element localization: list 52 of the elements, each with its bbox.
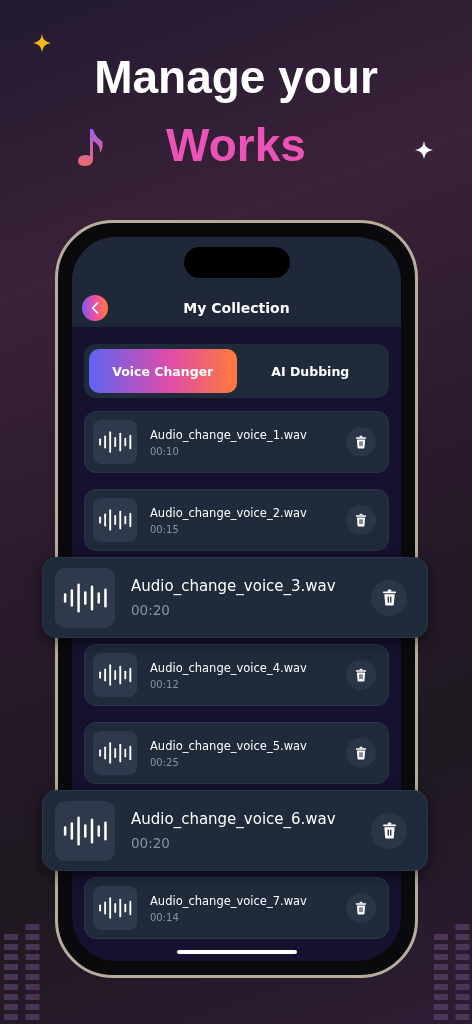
- recording-card[interactable]: Audio_change_voice_1.wav 00:10: [84, 411, 389, 473]
- waveform-icon: [93, 498, 137, 542]
- file-name: Audio_change_voice_7.wav: [150, 893, 308, 908]
- recording-card[interactable]: Audio_change_voice_2.wav 00:15: [84, 489, 389, 551]
- file-name: Audio_change_voice_6.wav: [131, 810, 337, 828]
- recording-card[interactable]: Audio_change_voice_4.wav 00:12: [84, 644, 389, 706]
- chevron-left-icon: [91, 302, 99, 314]
- delete-button[interactable]: [346, 893, 376, 923]
- duration: 00:14: [150, 911, 180, 923]
- trash-icon: [381, 589, 397, 606]
- delete-button[interactable]: [346, 660, 376, 690]
- recording-card[interactable]: Audio_change_voice_5.wav 00:25: [84, 722, 389, 784]
- file-name: Audio_change_voice_3.wav: [131, 577, 337, 595]
- delete-button[interactable]: [371, 812, 407, 849]
- file-name: Audio_change_voice_5.wav: [150, 738, 308, 753]
- duration: 00:25: [150, 756, 180, 768]
- waveform-icon: [93, 886, 137, 930]
- sparkle-icon: [415, 141, 433, 159]
- back-button[interactable]: [82, 295, 108, 321]
- file-name: Audio_change_voice_4.wav: [150, 660, 308, 675]
- music-note-icon: [76, 127, 104, 167]
- tab[interactable]: AI Dubbing: [236, 349, 384, 393]
- trash-icon: [355, 746, 367, 760]
- waveform-icon: [93, 653, 137, 697]
- tab[interactable]: Voice Changer: [89, 349, 237, 393]
- delete-button[interactable]: [346, 738, 376, 768]
- waveform-icon: [93, 420, 137, 464]
- duration: 00:15: [150, 523, 180, 535]
- recording-card[interactable]: Audio_change_voice_6.wav 00:20: [42, 790, 428, 871]
- duration: 00:12: [150, 678, 180, 690]
- waveform-icon: [55, 800, 115, 861]
- delete-button[interactable]: [371, 579, 407, 616]
- delete-button[interactable]: [346, 505, 376, 535]
- headline-accent: Works: [166, 118, 306, 173]
- recording-card[interactable]: Audio_change_voice_3.wav 00:20: [42, 557, 428, 638]
- sparkle-icon: [33, 34, 51, 52]
- trash-icon: [355, 901, 367, 915]
- trash-icon: [381, 822, 397, 839]
- screen-title: My Collection: [183, 300, 290, 316]
- waveform-icon: [55, 567, 115, 628]
- headline: Manage your: [94, 50, 378, 105]
- delete-button[interactable]: [346, 427, 376, 457]
- duration: 00:20: [131, 835, 171, 851]
- recording-card[interactable]: Audio_change_voice_7.wav 00:14: [84, 877, 389, 939]
- trash-icon: [355, 668, 367, 682]
- file-name: Audio_change_voice_2.wav: [150, 505, 308, 520]
- trash-icon: [355, 435, 367, 449]
- file-name: Audio_change_voice_1.wav: [150, 427, 308, 442]
- waveform-icon: [93, 731, 137, 775]
- trash-icon: [355, 513, 367, 527]
- duration: 00:20: [131, 602, 171, 618]
- duration: 00:10: [150, 445, 180, 457]
